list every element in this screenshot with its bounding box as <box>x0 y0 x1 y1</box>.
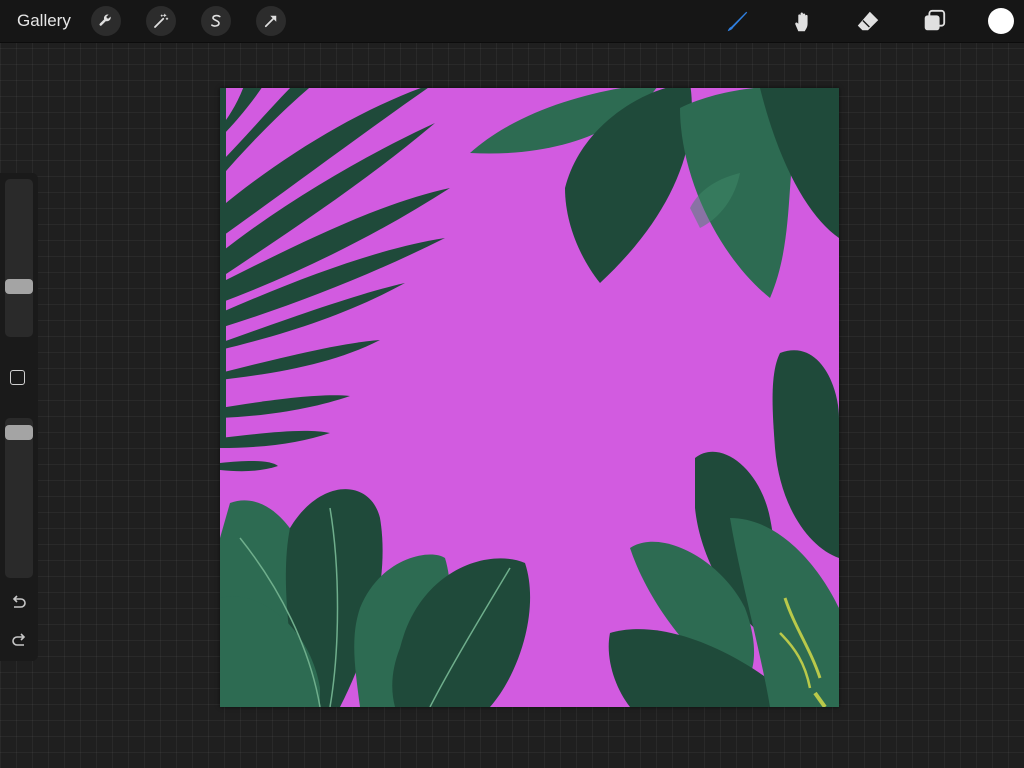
smudge-tool-button[interactable] <box>787 6 817 36</box>
top-toolbar: Gallery <box>0 0 1024 43</box>
drawing-canvas[interactable] <box>220 88 839 707</box>
selection-s-icon <box>211 14 221 27</box>
opacity-thumb[interactable] <box>5 425 33 441</box>
selection-button[interactable] <box>201 6 231 36</box>
wrench-icon <box>99 14 111 26</box>
transform-button[interactable] <box>256 6 286 36</box>
eraser-icon <box>857 11 879 31</box>
actions-button[interactable] <box>91 6 121 36</box>
layers-icon <box>924 9 946 31</box>
color-picker-button[interactable] <box>988 8 1014 34</box>
adjustments-button[interactable] <box>146 6 176 36</box>
artwork-image <box>220 88 839 707</box>
arrow-cursor-icon <box>264 15 277 28</box>
brush-icon <box>727 11 748 32</box>
modify-button[interactable] <box>10 370 25 385</box>
magic-wand-icon <box>154 13 169 28</box>
brush-size-slider[interactable] <box>5 179 33 337</box>
gallery-button[interactable]: Gallery <box>17 11 71 31</box>
left-sidebar <box>0 173 38 661</box>
redo-icon[interactable] <box>9 631 29 651</box>
opacity-slider[interactable] <box>5 418 33 578</box>
brush-tool-button[interactable] <box>722 6 752 36</box>
layers-button[interactable] <box>919 6 949 36</box>
eraser-tool-button[interactable] <box>853 6 883 36</box>
smudge-finger-icon <box>795 12 808 32</box>
brush-size-thumb[interactable] <box>5 279 33 295</box>
undo-icon[interactable] <box>9 593 29 613</box>
